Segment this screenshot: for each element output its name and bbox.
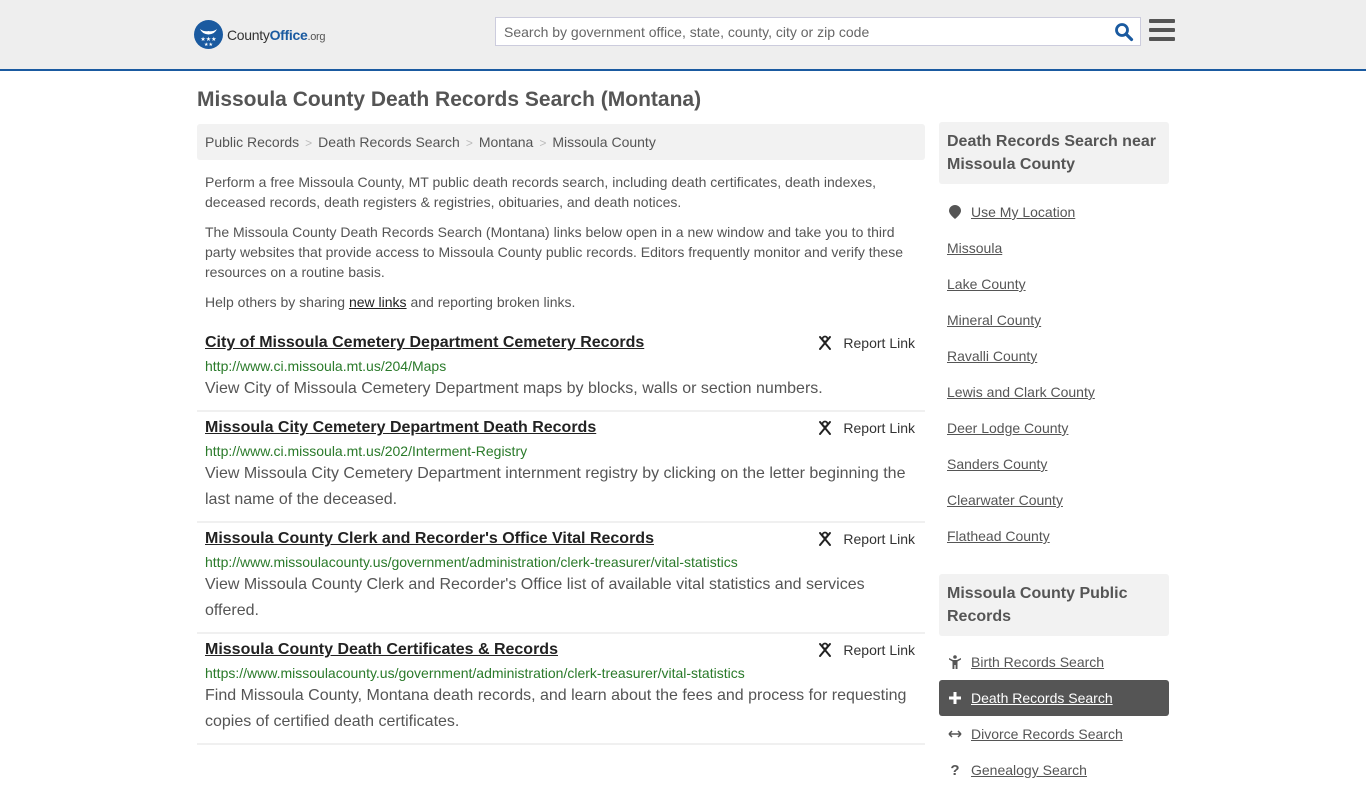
public-records-list: Birth Records Search Death Records Searc…	[939, 636, 1169, 788]
broken-link-icon	[819, 335, 832, 350]
nearby-link-deer-lodge-county[interactable]: Deer Lodge County	[947, 420, 1068, 436]
sidebar: Death Records Search near Missoula Count…	[939, 122, 1169, 788]
nearby-heading: Death Records Search near Missoula Count…	[939, 122, 1169, 184]
nearby-item: Missoula	[947, 230, 1161, 266]
nearby-item: Clearwater County	[947, 482, 1161, 518]
intro-paragraph: The Missoula County Death Records Search…	[205, 224, 903, 280]
report-link-button[interactable]: Report Link	[817, 531, 915, 547]
public-record-item-birth: Birth Records Search	[939, 644, 1169, 680]
result-title-link[interactable]: City of Missoula Cemetery Department Cem…	[205, 333, 644, 353]
nearby-item: Mineral County	[947, 302, 1161, 338]
result-title-link[interactable]: Missoula County Death Certificates & Rec…	[205, 640, 558, 660]
nearby-list: Use My Location Missoula Lake County Min…	[939, 184, 1169, 554]
nearby-item: Lake County	[947, 266, 1161, 302]
svg-text:★★: ★★	[204, 42, 213, 48]
arrows-horizontal-icon	[947, 729, 963, 739]
nearby-link-lewis-and-clark-county[interactable]: Lewis and Clark County	[947, 384, 1095, 400]
divorce-records-search-link[interactable]: Divorce Records Search	[971, 726, 1123, 742]
nearby-item: Ravalli County	[947, 338, 1161, 374]
search-button[interactable]	[1114, 22, 1134, 42]
public-record-item-divorce: Divorce Records Search	[939, 716, 1169, 752]
result-item: Missoula County Death Certificates & Rec…	[197, 634, 925, 745]
report-link-button[interactable]: Report Link	[817, 420, 915, 436]
result-title-link[interactable]: Missoula City Cemetery Department Death …	[205, 418, 596, 438]
intro-text: Perform a free Missoula County, MT publi…	[197, 172, 925, 312]
breadcrumb-separator: >	[305, 136, 313, 150]
logo-text: CountyOffice.org	[227, 26, 326, 43]
site-header: ★★★ ★★ CountyOffice.org	[0, 0, 1366, 71]
breadcrumb-public-records[interactable]: Public Records	[205, 134, 299, 150]
intro-paragraph: Perform a free Missoula County, MT publi…	[205, 174, 877, 210]
search-icon	[1115, 23, 1134, 42]
breadcrumb: Public Records > Death Records Search > Mont…	[197, 124, 925, 160]
result-url[interactable]: http://www.missoulacounty.us/government/…	[205, 552, 917, 572]
intro-help-paragraph: Help others by sharing new links and rep…	[205, 294, 576, 310]
public-records-heading: Missoula County Public Records	[939, 574, 1169, 636]
new-links-link[interactable]: new links	[349, 294, 407, 310]
broken-link-icon	[819, 420, 832, 435]
breadcrumb-missoula-county[interactable]: Missoula County	[552, 134, 656, 150]
nearby-item: Flathead County	[947, 518, 1161, 554]
report-link-button[interactable]: Report Link	[817, 642, 915, 658]
result-url[interactable]: http://www.ci.missoula.mt.us/202/Interme…	[205, 441, 917, 461]
result-title-link[interactable]: Missoula County Clerk and Recorder's Off…	[205, 529, 654, 549]
results-list: City of Missoula Cemetery Department Cem…	[197, 327, 925, 745]
death-records-search-link[interactable]: Death Records Search	[971, 690, 1113, 706]
broken-link-icon	[819, 531, 832, 546]
breadcrumb-death-records-search[interactable]: Death Records Search	[318, 134, 460, 150]
search-box	[495, 17, 1141, 46]
plus-icon	[947, 692, 963, 704]
public-record-item-death: Death Records Search	[939, 680, 1169, 716]
result-description: View Missoula City Cemetery Department i…	[205, 465, 906, 508]
broken-link-icon	[819, 642, 832, 657]
report-link-button[interactable]: Report Link	[817, 335, 915, 351]
result-description: View City of Missoula Cemetery Departmen…	[205, 380, 823, 397]
nearby-item: Sanders County	[947, 446, 1161, 482]
breadcrumb-separator: >	[465, 136, 473, 150]
nearby-link-clearwater-county[interactable]: Clearwater County	[947, 492, 1063, 508]
result-url[interactable]: http://www.ci.missoula.mt.us/204/Maps	[205, 356, 917, 376]
site-logo[interactable]: ★★★ ★★ CountyOffice.org	[194, 20, 326, 49]
use-my-location-item: Use My Location	[947, 194, 1161, 230]
result-item: Missoula City Cemetery Department Death …	[197, 412, 925, 523]
result-item: Missoula County Clerk and Recorder's Off…	[197, 523, 925, 634]
result-item: City of Missoula Cemetery Department Cem…	[197, 327, 925, 412]
nearby-link-ravalli-county[interactable]: Ravalli County	[947, 348, 1037, 364]
nearby-link-missoula[interactable]: Missoula	[947, 240, 1002, 256]
page-title: Missoula County Death Records Search (Mo…	[197, 88, 702, 111]
nearby-item: Deer Lodge County	[947, 410, 1161, 446]
question-icon: ?	[950, 761, 960, 779]
breadcrumb-separator: >	[539, 136, 547, 150]
main-content: Public Records > Death Records Search > Mont…	[197, 124, 925, 745]
child-icon	[947, 655, 963, 669]
nearby-link-sanders-county[interactable]: Sanders County	[947, 456, 1047, 472]
nearby-link-mineral-county[interactable]: Mineral County	[947, 312, 1041, 328]
birth-records-search-link[interactable]: Birth Records Search	[971, 654, 1104, 670]
breadcrumb-montana[interactable]: Montana	[479, 134, 533, 150]
search-input[interactable]	[496, 18, 1096, 45]
use-my-location-link[interactable]: Use My Location	[971, 204, 1075, 220]
map-marker-icon	[947, 205, 963, 219]
nearby-link-flathead-county[interactable]: Flathead County	[947, 528, 1050, 544]
nearby-link-lake-county[interactable]: Lake County	[947, 276, 1026, 292]
result-description: View Missoula County Clerk and Recorder'…	[205, 576, 865, 619]
hamburger-menu-icon[interactable]	[1149, 19, 1175, 43]
genealogy-search-link[interactable]: Genealogy Search	[971, 762, 1087, 778]
result-url[interactable]: https://www.missoulacounty.us/government…	[205, 663, 917, 683]
public-record-item-genealogy: ? Genealogy Search	[939, 752, 1169, 788]
nearby-item: Lewis and Clark County	[947, 374, 1161, 410]
logo-eagle-icon: ★★★ ★★	[194, 20, 223, 49]
result-description: Find Missoula County, Montana death reco…	[205, 687, 907, 730]
